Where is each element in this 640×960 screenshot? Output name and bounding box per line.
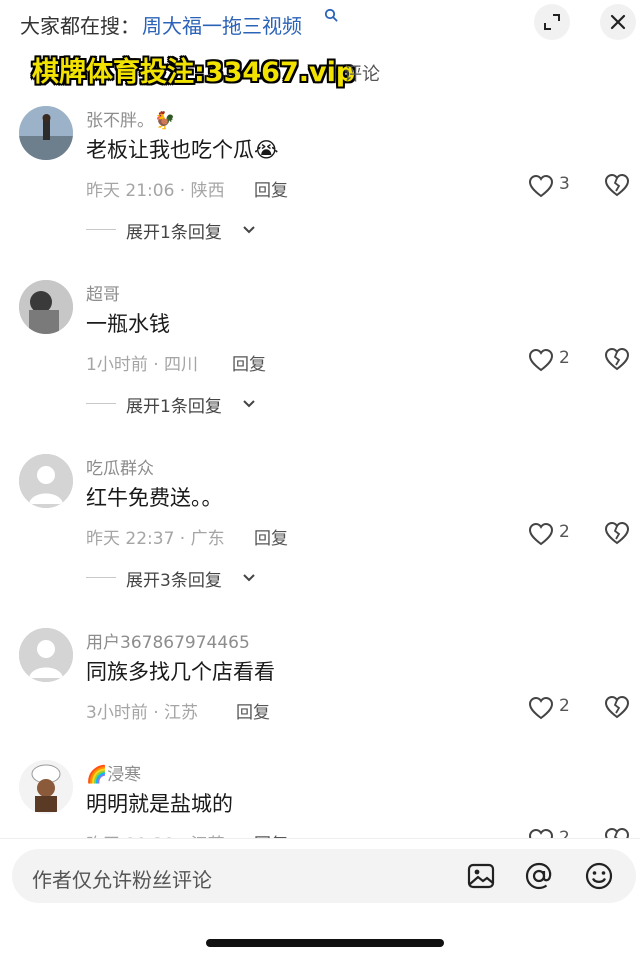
username[interactable]: 张不胖。🐓 xyxy=(86,106,175,131)
expand-replies[interactable]: 展开1条回复 xyxy=(86,218,286,243)
divider xyxy=(86,403,116,404)
avatar[interactable] xyxy=(19,760,73,814)
comment-item: 张不胖。🐓 老板让我也吃个瓜😭 昨天 21:06 · 陕西 回复 3 展开1条回… xyxy=(0,100,640,274)
home-indicator[interactable] xyxy=(206,939,444,947)
expand-replies-label: 展开1条回复 xyxy=(126,223,222,243)
heart-icon xyxy=(528,174,554,198)
dislike-button[interactable] xyxy=(604,521,630,547)
reply-button[interactable]: 回复 xyxy=(232,350,266,375)
dislike-button[interactable] xyxy=(604,695,630,721)
comment-meta: 1小时前 · 四川 xyxy=(86,355,199,375)
comment-text: 明明就是盐城的 xyxy=(86,792,233,816)
comment-input[interactable]: 作者仅允许粉丝评论 xyxy=(12,849,636,903)
like-count: 3 xyxy=(559,174,570,194)
comment-meta: 昨天 21:06 · 陕西 xyxy=(86,181,225,201)
avatar[interactable] xyxy=(19,106,73,160)
heart-icon xyxy=(528,348,554,372)
comment-text: 老板让我也吃个瓜😭 xyxy=(86,138,279,162)
reply-button[interactable]: 回复 xyxy=(254,176,288,201)
username[interactable]: 🌈浸寒 xyxy=(86,760,141,785)
emoji-icon[interactable] xyxy=(584,861,614,891)
close-icon xyxy=(610,14,626,30)
divider xyxy=(86,577,116,578)
chevron-down-icon xyxy=(243,226,255,234)
comment-meta: 3小时前 · 江苏 xyxy=(86,703,199,723)
broken-heart-icon xyxy=(604,695,630,719)
like-button[interactable]: 2 xyxy=(528,694,578,722)
broken-heart-icon xyxy=(604,521,630,545)
image-icon[interactable] xyxy=(466,861,496,891)
close-button[interactable] xyxy=(600,4,636,40)
broken-heart-icon xyxy=(604,347,630,371)
expand-replies[interactable]: 展开3条回复 xyxy=(86,566,286,591)
like-button[interactable]: 2 xyxy=(528,346,578,374)
avatar[interactable] xyxy=(19,454,73,508)
expand-replies-label: 展开1条回复 xyxy=(126,397,222,417)
reply-button[interactable]: 回复 xyxy=(236,698,270,723)
avatar[interactable] xyxy=(19,280,73,334)
chevron-down-icon xyxy=(243,400,255,408)
divider xyxy=(86,229,116,230)
chevron-down-icon xyxy=(243,574,255,582)
reply-button[interactable]: 回复 xyxy=(254,524,288,549)
like-count: 2 xyxy=(559,348,570,368)
like-count: 2 xyxy=(559,522,570,542)
comment-input-placeholder: 作者仅允许粉丝评论 xyxy=(32,868,212,892)
search-icon[interactable] xyxy=(324,8,338,22)
comment-item: 超哥 一瓶水钱 1小时前 · 四川 回复 2 展开1条回复 xyxy=(0,274,640,448)
comment-item: 吃瓜群众 红牛免费送。。 昨天 22:37 · 广东 回复 2 展开3条回复 xyxy=(0,448,640,622)
like-count: 2 xyxy=(559,696,570,716)
broken-heart-icon xyxy=(604,173,630,197)
at-icon[interactable] xyxy=(524,861,554,891)
overlay-ad-text: 棋牌体育投注:33467.vip xyxy=(32,57,356,88)
expand-replies-label: 展开3条回复 xyxy=(126,571,222,591)
comments-header-tail: 评论 xyxy=(344,64,380,85)
like-button[interactable]: 2 xyxy=(528,520,578,548)
heart-icon xyxy=(528,522,554,546)
username[interactable]: 用户367867974465 xyxy=(86,628,250,653)
expand-button[interactable] xyxy=(534,4,570,40)
comment-text: 同族多找几个店看看 xyxy=(86,660,275,684)
comment-input-bar: 作者仅允许粉丝评论 xyxy=(0,838,640,960)
dislike-button[interactable] xyxy=(604,347,630,373)
comment-text: 一瓶水钱 xyxy=(86,312,170,336)
comment-meta: 昨天 22:37 · 广东 xyxy=(86,529,225,549)
expand-icon xyxy=(544,14,560,30)
username[interactable]: 吃瓜群众 xyxy=(86,454,154,479)
like-button[interactable]: 3 xyxy=(528,172,578,200)
comment-text: 红牛免费送。。 xyxy=(86,486,223,510)
search-suggestion-link[interactable]: 周大福一拖三视频 xyxy=(142,10,302,39)
heart-icon xyxy=(528,696,554,720)
dislike-button[interactable] xyxy=(604,173,630,199)
avatar[interactable] xyxy=(19,628,73,682)
search-prefix: 大家都在搜： xyxy=(20,14,140,38)
username[interactable]: 超哥 xyxy=(86,280,120,305)
expand-replies[interactable]: 展开1条回复 xyxy=(86,392,286,417)
top-bar: 大家都在搜： 周大福一拖三视频 xyxy=(0,0,640,48)
